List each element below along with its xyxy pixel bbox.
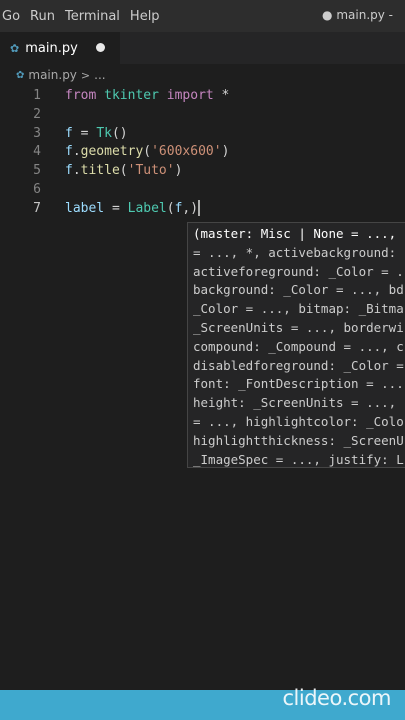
code-line[interactable]: 7 label = Label(f,) [0, 199, 405, 218]
code-token: ) [174, 163, 183, 179]
menu-terminal[interactable]: Terminal [63, 9, 128, 24]
code-token: from [65, 88, 97, 103]
signature-line: height: _ScreenUnits = ..., [193, 395, 397, 411]
code-token: . [72, 144, 81, 160]
line-number: 5 [33, 163, 41, 179]
text-cursor [198, 200, 201, 217]
code-token: f [65, 163, 73, 179]
signature-line: compound: _Compound = ..., c [193, 338, 404, 354]
signature-line: _Color = ..., bitmap: _Bitma [193, 301, 404, 317]
code-token: Label [127, 200, 167, 216]
code-token: title [80, 163, 120, 179]
code-token: geometry [80, 144, 144, 160]
breadcrumb: ✿ main.py > ... [0, 64, 405, 86]
signature-line: = ..., *, activebackground: [193, 244, 397, 260]
code-token: import [166, 88, 214, 103]
signature-line: (master: Misc | None = ..., [193, 226, 397, 241]
code-token: '600x600' [151, 144, 222, 160]
code-line[interactable]: 6 [0, 180, 405, 199]
code-line[interactable]: 3 f = Tk() [0, 124, 405, 143]
code-token: () [111, 125, 128, 141]
breadcrumb-separator: > [80, 68, 91, 82]
line-number: 6 [33, 182, 41, 197]
code-text: label = Label(f,) [65, 199, 201, 218]
code-line[interactable]: 4 f.geometry('600x600') [0, 142, 405, 161]
tab-bar: ✿ main.py [0, 32, 405, 64]
line-number: 1 [33, 88, 41, 103]
tab-label: main.py [25, 40, 78, 56]
signature-line: _ImageSpec = ..., justify: L [193, 451, 404, 467]
breadcrumb-file[interactable]: main.py [28, 68, 77, 82]
window-title: ● main.py - [322, 8, 393, 22]
line-number: 4 [33, 144, 41, 160]
signature-line: disabledforeground: _Color = [193, 357, 404, 373]
code-token: f [65, 125, 73, 141]
code-token: ) [221, 144, 230, 160]
signature-line: highlightthickness: _ScreenU [193, 432, 404, 448]
code-token: label [65, 200, 105, 216]
code-text: f.geometry('600x600') [65, 142, 229, 161]
signature-line: = ..., highlightcolor: _Colo [193, 414, 404, 429]
signature-line: _ScreenUnits = ..., borderwi [193, 320, 404, 335]
line-number: 7 [33, 200, 41, 216]
code-text: f.title('Tuto') [65, 161, 182, 180]
code-token: ( [119, 163, 128, 179]
tab-main-py[interactable]: ✿ main.py [0, 32, 120, 64]
line-number: 2 [33, 106, 41, 122]
menu-bar: Go Run Terminal Help ● main.py - [0, 0, 405, 32]
signature-help-popup: (master: Misc | None = ..., = ..., *, act… [187, 222, 405, 468]
code-token: f [65, 144, 73, 160]
python-file-icon: ✿ [10, 41, 20, 55]
signature-line: activeforeground: _Color = .. [193, 263, 405, 279]
code-text: f = Tk() [65, 124, 128, 143]
menu-help[interactable]: Help [128, 9, 168, 24]
code-token: ( [166, 200, 175, 216]
signature-line: background: _Color = ..., bd [193, 282, 404, 298]
code-token: Tk [96, 125, 112, 141]
python-file-icon: ✿ [16, 69, 25, 81]
code-text: from tkinter import * [65, 86, 229, 105]
code-token: = [72, 125, 97, 141]
code-token: . [72, 163, 81, 179]
code-token: ( [143, 144, 152, 160]
clideo-watermark: clideo.com [282, 686, 392, 710]
code-token: ,) [182, 200, 199, 216]
code-line[interactable]: 2 [0, 105, 405, 124]
code-token: = [104, 200, 128, 216]
line-number: 3 [33, 125, 41, 141]
code-token: tkinter [104, 88, 159, 103]
code-line[interactable]: 1 from tkinter import * [0, 86, 405, 105]
breadcrumb-symbol[interactable]: ... [94, 68, 105, 82]
unsaved-dot-icon[interactable] [96, 43, 105, 52]
code-token: * [213, 88, 230, 103]
code-token: 'Tuto' [127, 163, 175, 179]
menu-run[interactable]: Run [28, 9, 63, 24]
menu-go[interactable]: Go [0, 9, 28, 24]
signature-line: font: _FontDescription = ... [193, 376, 404, 392]
code-line[interactable]: 5 f.title('Tuto') [0, 161, 405, 180]
